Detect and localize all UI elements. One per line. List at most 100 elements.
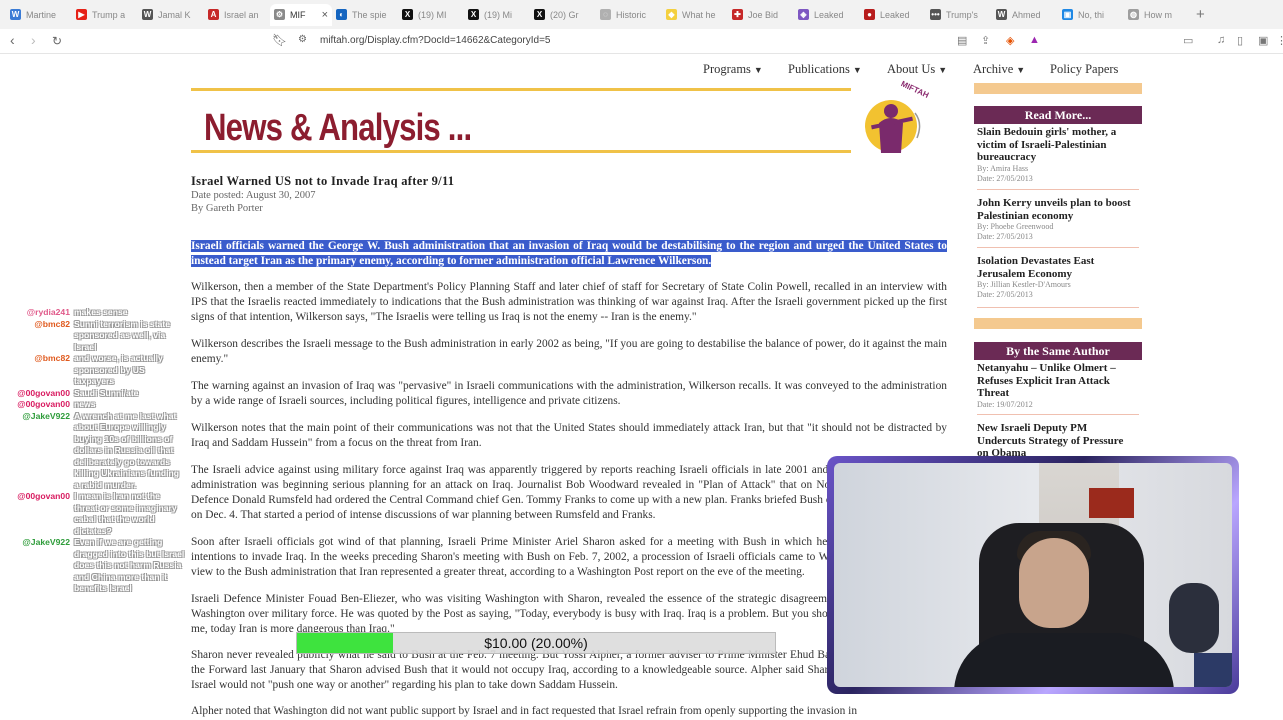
nav-programs[interactable]: Programs ▼ bbox=[703, 62, 763, 77]
favicon-icon: ◌ bbox=[600, 9, 611, 20]
chat-message: @00govan00 I mean is Iran not the threat … bbox=[0, 491, 190, 537]
nav-policy-papers[interactable]: Policy Papers bbox=[1050, 62, 1118, 77]
favicon-icon: W bbox=[142, 9, 153, 20]
chat-text: I mean is Iran not the threat or some im… bbox=[74, 491, 177, 536]
brave-shield-icon[interactable]: ◈ bbox=[1006, 34, 1014, 47]
browser-tab[interactable]: W Ahmed bbox=[992, 4, 1058, 26]
chat-message: @bmc82 Sunni terrorism is state sponsored… bbox=[0, 319, 190, 354]
tab-title: Leaked bbox=[814, 9, 844, 20]
tab-title: No, thi bbox=[1078, 9, 1105, 20]
microphone bbox=[1169, 583, 1219, 653]
chat-text: Even if we are getting dragged into this… bbox=[74, 537, 185, 593]
page-icon[interactable]: ▤ bbox=[957, 34, 967, 47]
tab-title: Trump a bbox=[92, 9, 126, 20]
chat-username: @bmc82 bbox=[34, 353, 70, 363]
nav-about-us[interactable]: About Us ▼ bbox=[887, 62, 947, 77]
article-paragraph: Wilkerson notes that the main point of t… bbox=[191, 422, 947, 449]
favicon-icon: A bbox=[208, 9, 219, 20]
top-navigation: Programs ▼ Publications ▼ About Us ▼ Archiv… bbox=[0, 62, 1283, 82]
menu-icon[interactable]: ⋮ bbox=[1276, 34, 1283, 47]
reader-icon[interactable]: ▯ bbox=[1237, 34, 1243, 47]
browser-tab[interactable]: ◈ Leaked bbox=[794, 4, 860, 26]
tab-title: The spie bbox=[352, 9, 387, 20]
back-icon[interactable]: ‹ bbox=[10, 32, 15, 48]
browser-tab[interactable]: X (19) MI bbox=[398, 4, 464, 26]
chat-text: A wrench at me last what about Europe wi… bbox=[74, 410, 180, 490]
article-paragraph: Wilkerson, then a member of the State De… bbox=[191, 281, 947, 323]
tab-title: Martine bbox=[26, 9, 57, 20]
browser-tab[interactable]: ◆ What he bbox=[662, 4, 728, 26]
chat-text: news bbox=[74, 399, 96, 409]
browser-tab[interactable]: ▶ Trump a bbox=[72, 4, 138, 26]
caret-down-icon: ▼ bbox=[1016, 65, 1026, 75]
wallet-icon[interactable]: ▣ bbox=[1258, 34, 1268, 47]
browser-tab[interactable]: W Jamal K bbox=[138, 4, 204, 26]
favicon-icon: ▶ bbox=[76, 9, 87, 20]
reload-icon[interactable]: ↻ bbox=[52, 34, 62, 48]
tab-title: MIF bbox=[290, 9, 306, 20]
sidebar-same-author-item[interactable]: Netanyahu – Unlike Olmert – Refuses Expl… bbox=[977, 362, 1137, 410]
tab-title: Jamal K bbox=[158, 9, 191, 20]
browser-tab[interactable]: X (19) Mi bbox=[464, 4, 530, 26]
bookmark-icon[interactable]: 🔖︎ bbox=[272, 33, 287, 47]
tab-title: (20) Gr bbox=[550, 9, 579, 20]
forward-icon[interactable]: › bbox=[31, 32, 36, 48]
tab-title: Historic bbox=[616, 9, 647, 20]
browser-tab[interactable]: ⚙ MIF × bbox=[270, 3, 332, 26]
stream-chat-overlay: @rydia241 makes sense @bmc82 Sunni terroris… bbox=[0, 307, 190, 595]
browser-tab[interactable]: ••• Trump's bbox=[926, 4, 992, 26]
chat-message: @JakeV922 Even if we are getting dragged … bbox=[0, 537, 190, 595]
browser-tab-strip: W Martine ▶ Trump a W Jamal K A Israel an ⚙ MIF × ◐… bbox=[0, 0, 1283, 29]
background-screen bbox=[1089, 488, 1134, 518]
media-icon[interactable]: ♫ bbox=[1217, 34, 1225, 46]
favicon-icon: W bbox=[996, 9, 1007, 20]
url-text[interactable]: miftah.org/Display.cfm?DocId=14662&Categ… bbox=[320, 35, 551, 46]
close-tab-icon[interactable]: × bbox=[322, 9, 328, 21]
article-paragraph: The warning against an invasion of Iraq … bbox=[191, 380, 947, 407]
tab-title: (19) MI bbox=[418, 9, 447, 20]
favicon-icon: X bbox=[402, 9, 413, 20]
article-meta: Date posted: August 30, 2007 By Gareth P… bbox=[191, 189, 316, 215]
share-icon[interactable]: ⇪ bbox=[981, 34, 990, 47]
sidebar-read-more-item[interactable]: John Kerry unveils plan to boost Palesti… bbox=[977, 197, 1137, 242]
section-title: News & Analysis ... bbox=[204, 107, 472, 149]
sidebar-bar bbox=[974, 83, 1142, 94]
chat-message: @00govan00 Saudi Sunni/ate bbox=[0, 388, 190, 400]
divider bbox=[977, 414, 1139, 415]
new-tab-icon[interactable]: + bbox=[1196, 6, 1205, 23]
header-rule-top bbox=[191, 88, 851, 91]
browser-tab[interactable]: X (20) Gr bbox=[530, 4, 596, 26]
browser-tab[interactable]: ● Leaked bbox=[860, 4, 926, 26]
sidebar-read-more-item[interactable]: Isolation Devastates East Jerusalem Econ… bbox=[977, 255, 1137, 300]
nav-archive[interactable]: Archive ▼ bbox=[973, 62, 1025, 77]
favicon-icon: W bbox=[10, 9, 21, 20]
browser-tab[interactable]: ◐ The spie bbox=[332, 4, 398, 26]
browser-tab[interactable]: W Martine bbox=[6, 4, 72, 26]
sidebar-icon[interactable]: ▭ bbox=[1183, 34, 1193, 47]
sidebar-same-author-item[interactable]: New Israeli Deputy PM Undercuts Strategy… bbox=[977, 422, 1137, 460]
chat-username: @bmc82 bbox=[34, 318, 70, 329]
chat-username: @rydia241 bbox=[26, 307, 70, 317]
donation-goal-label: $10.00 (20.00%) bbox=[484, 635, 588, 651]
favicon-icon: ••• bbox=[930, 9, 941, 20]
read-more-heading: Read More... bbox=[974, 106, 1142, 124]
browser-tab[interactable]: ▣ No, thi bbox=[1058, 4, 1124, 26]
article-date: Date posted: August 30, 2007 bbox=[191, 190, 316, 201]
divider bbox=[977, 247, 1139, 248]
header-rule-bottom bbox=[191, 150, 851, 153]
article-lede-selected[interactable]: Israeli officials warned the George W. B… bbox=[191, 239, 947, 269]
site-info-icon[interactable]: ⚙ bbox=[298, 34, 307, 45]
browser-tab[interactable]: ◍ How m bbox=[1124, 4, 1190, 26]
browser-tab[interactable]: ◌ Historic bbox=[596, 4, 662, 26]
nav-publications[interactable]: Publications ▼ bbox=[788, 62, 862, 77]
chat-message: @JakeV922 A wrench at me last what about … bbox=[0, 411, 190, 492]
browser-tab[interactable]: ✚ Joe Bid bbox=[728, 4, 794, 26]
background-shelf bbox=[1194, 653, 1232, 687]
favicon-icon: ▣ bbox=[1062, 9, 1073, 20]
presenter-body bbox=[954, 633, 1174, 687]
chat-message: @rydia241 makes sense bbox=[0, 307, 190, 319]
sidebar-read-more-item[interactable]: Slain Bedouin girls' mother, a victim of… bbox=[977, 126, 1137, 184]
sidebar-bar bbox=[974, 318, 1142, 329]
browser-tab[interactable]: A Israel an bbox=[204, 4, 270, 26]
rewards-icon[interactable]: ▲ bbox=[1029, 34, 1040, 46]
